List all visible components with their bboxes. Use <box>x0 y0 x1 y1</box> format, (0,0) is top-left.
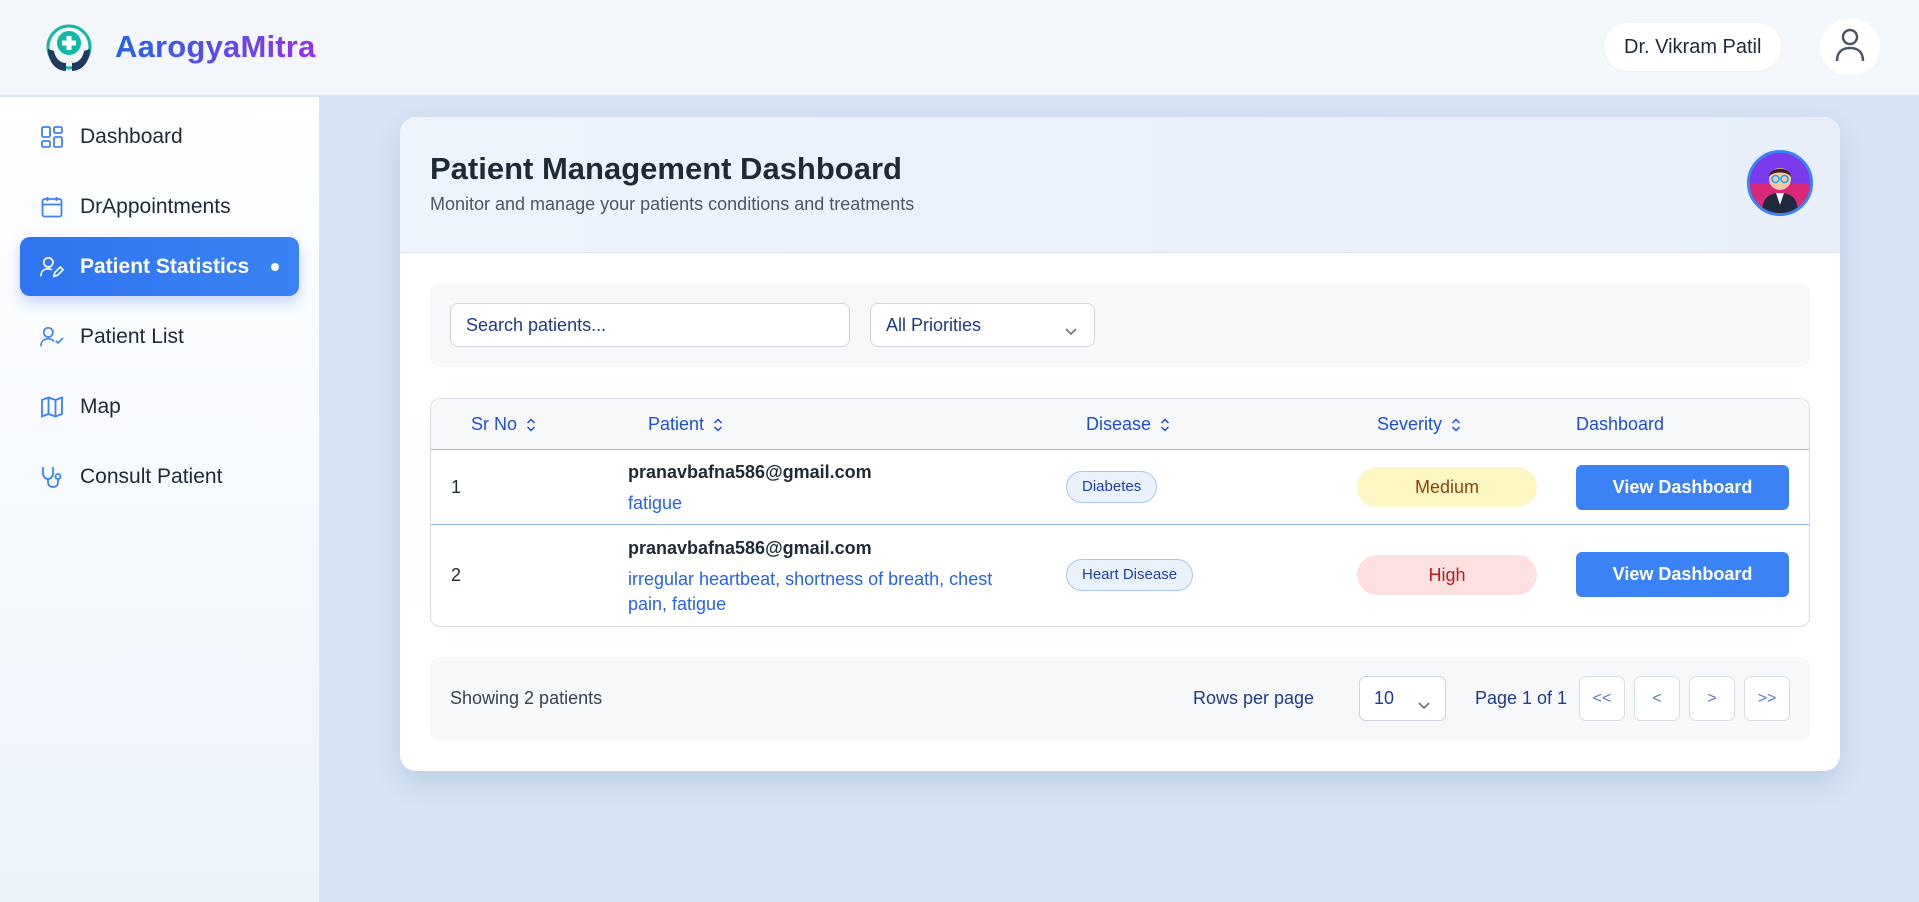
priority-filter-value: All Priorities <box>886 315 982 335</box>
page-title: Patient Management Dashboard <box>430 151 902 186</box>
view-dashboard-button[interactable]: View Dashboard <box>1576 465 1789 510</box>
sidebar-item-drappointments[interactable]: DrAppointments <box>20 177 299 236</box>
patient-symptoms: fatigue <box>628 493 683 513</box>
sr-no-cell: 1 <box>451 477 462 497</box>
user-profile-button[interactable] <box>1820 19 1880 75</box>
brand-name: AarogyaMitra <box>115 29 316 64</box>
sidebar-item-label: Map <box>80 394 121 418</box>
chevron-down-icon <box>1064 314 1078 356</box>
first-page-button[interactable]: << <box>1579 676 1625 721</box>
severity-badge: High <box>1357 555 1537 595</box>
search-input[interactable] <box>450 303 850 347</box>
sort-icon <box>1450 417 1462 433</box>
patients-table: Sr No Patient Disease Severity Dashboard… <box>430 398 1810 627</box>
column-header-sr-no[interactable]: Sr No <box>471 399 537 450</box>
view-dashboard-button[interactable]: View Dashboard <box>1576 552 1789 597</box>
sidebar-item-label: Consult Patient <box>80 464 223 488</box>
patient-email: pranavbafna586@gmail.com <box>628 538 872 558</box>
sort-icon <box>525 417 537 433</box>
sidebar-item-map[interactable]: Map <box>20 377 299 436</box>
user-check-icon <box>40 325 64 349</box>
table-row: 1 pranavbafna586@gmail.com fatigue Diabe… <box>431 450 1809 525</box>
column-header-dashboard: Dashboard <box>1576 414 1665 434</box>
stethoscope-icon <box>40 465 64 489</box>
sidebar-item-label: Patient Statistics <box>80 254 250 278</box>
user-name-chip[interactable]: Dr. Vikram Patil <box>1604 23 1782 71</box>
user-icon <box>1835 28 1865 67</box>
sr-no-cell: 2 <box>451 565 462 585</box>
sidebar-item-dashboard[interactable]: Dashboard <box>20 107 299 166</box>
sidebar-item-patient-statistics[interactable]: Patient Statistics <box>20 237 299 296</box>
patient-management-card: Patient Management Dashboard Monitor and… <box>400 117 1840 771</box>
calendar-icon <box>40 195 64 219</box>
chevron-down-icon <box>1417 688 1431 731</box>
sidebar-item-patient-list[interactable]: Patient List <box>20 307 299 366</box>
dashboard-icon <box>40 125 64 149</box>
showing-count: Showing 2 patients <box>450 688 603 708</box>
sidebar: Dashboard DrAppointments Patient Statist… <box>0 97 320 902</box>
card-header: Patient Management Dashboard Monitor and… <box>400 117 1840 253</box>
sidebar-item-label: DrAppointments <box>80 194 231 218</box>
active-indicator-dot <box>271 263 279 271</box>
last-page-button[interactable]: >> <box>1744 676 1790 721</box>
patient-symptoms: irregular heartbeat, shortness of breath… <box>628 569 993 614</box>
column-header-severity[interactable]: Severity <box>1377 399 1462 450</box>
map-icon <box>40 395 64 419</box>
next-page-button[interactable]: > <box>1689 676 1735 721</box>
rows-per-page-value: 10 <box>1374 688 1395 708</box>
logo-icon <box>43 23 95 75</box>
user-edit-icon <box>40 255 64 279</box>
rows-per-page-select[interactable]: 10 <box>1359 676 1446 721</box>
pagination-footer: Showing 2 patients Rows per page 10 Page… <box>430 657 1810 741</box>
column-header-disease[interactable]: Disease <box>1086 399 1171 450</box>
sidebar-item-label: Patient List <box>80 324 184 348</box>
filter-bar: All Priorities <box>430 283 1810 367</box>
sidebar-item-consult-patient[interactable]: Consult Patient <box>20 447 299 506</box>
disease-badge: Heart Disease <box>1066 559 1194 591</box>
disease-badge: Diabetes <box>1066 471 1158 503</box>
sort-icon <box>712 417 724 433</box>
sidebar-item-label: Dashboard <box>80 124 183 148</box>
column-header-patient[interactable]: Patient <box>648 399 724 450</box>
previous-page-button[interactable]: < <box>1634 676 1680 721</box>
page-subtitle: Monitor and manage your patients conditi… <box>430 194 915 214</box>
avatar[interactable] <box>1747 150 1813 216</box>
sort-icon <box>1159 417 1171 433</box>
page-info: Page 1 of 1 <box>1474 688 1568 708</box>
rows-per-page-label: Rows per page <box>1193 688 1315 708</box>
patient-email: pranavbafna586@gmail.com <box>628 462 872 482</box>
table-row: 2 pranavbafna586@gmail.com irregular hea… <box>431 525 1809 626</box>
table-header: Sr No Patient Disease Severity Dashboard <box>431 399 1809 450</box>
severity-badge: Medium <box>1357 467 1537 507</box>
top-header: AarogyaMitra Dr. Vikram Patil <box>0 0 1919 96</box>
priority-filter-select[interactable]: All Priorities <box>870 303 1095 347</box>
